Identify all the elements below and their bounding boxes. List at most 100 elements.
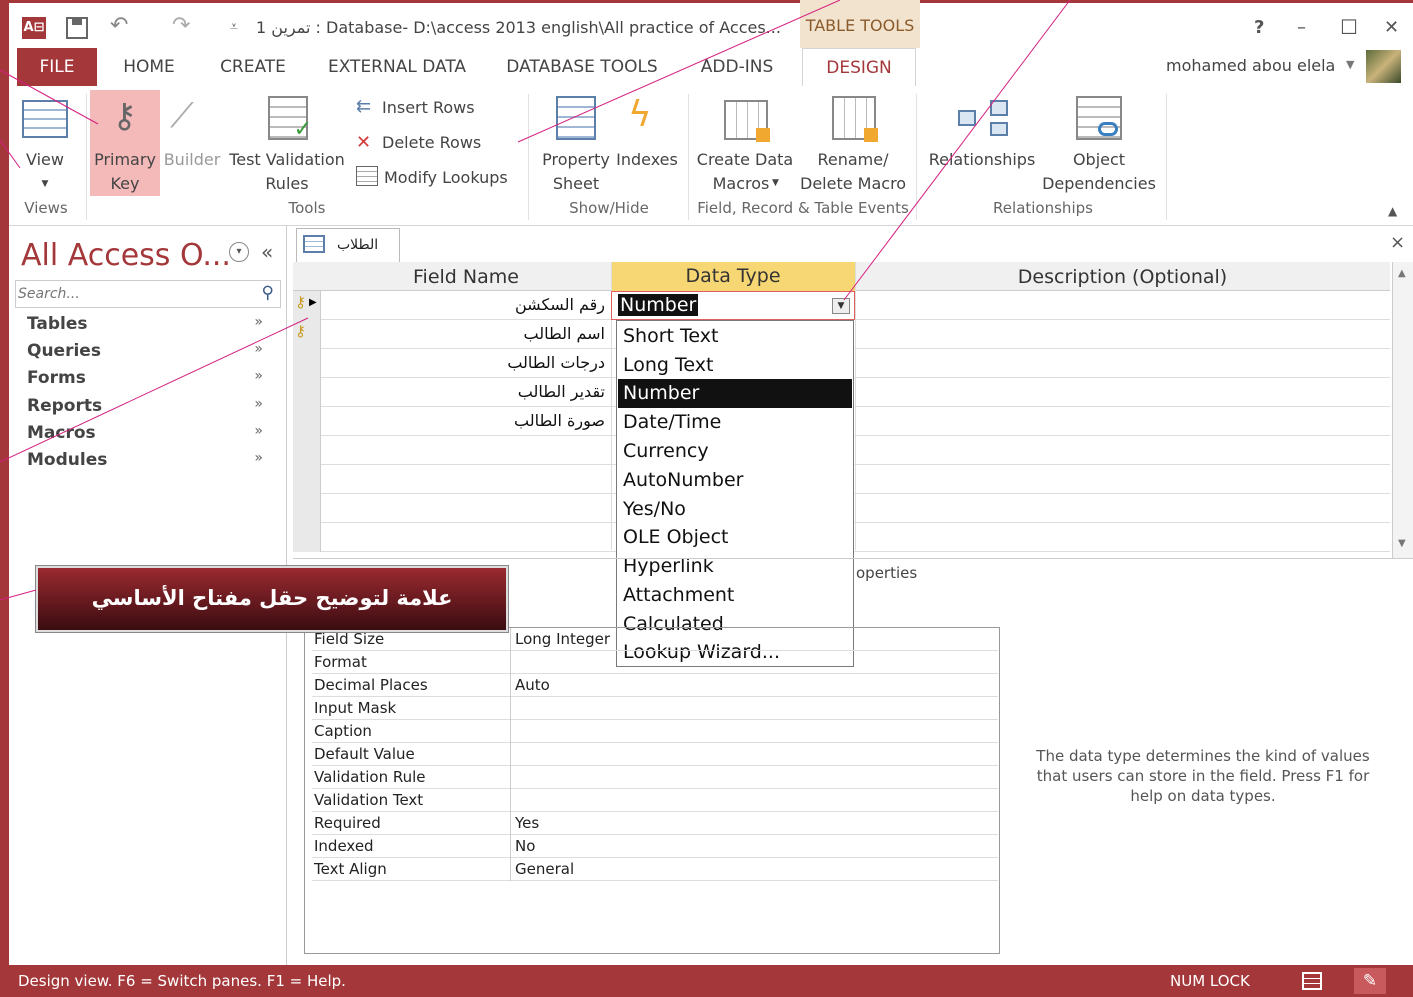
tab-external-data[interactable]: EXTERNAL DATA: [318, 48, 476, 86]
header-data-type[interactable]: Data Type: [611, 262, 855, 291]
object-dependencies-label-1[interactable]: Object: [1040, 148, 1158, 172]
tab-create[interactable]: CREATE: [208, 48, 298, 86]
expand-icon[interactable]: »: [254, 314, 263, 330]
property-row[interactable]: Required Yes: [312, 812, 998, 835]
user-dropdown-icon[interactable]: ▼: [1346, 58, 1354, 71]
property-value[interactable]: Long Integer: [515, 628, 610, 650]
indexes-button[interactable]: Indexes: [614, 148, 680, 172]
builder-button[interactable]: Builder: [162, 148, 222, 172]
row-selector[interactable]: [293, 436, 321, 465]
pane-divider[interactable]: [293, 558, 1413, 559]
option-autonumber[interactable]: AutoNumber: [618, 466, 852, 495]
row-selector[interactable]: ⚷ ▶: [293, 291, 321, 320]
property-value[interactable]: No: [515, 835, 535, 857]
nav-item-tables[interactable]: Tables »: [27, 314, 277, 341]
row-selector[interactable]: [293, 407, 321, 436]
relationships-button[interactable]: Relationships: [926, 148, 1038, 172]
tab-add-ins[interactable]: ADD-INS: [690, 48, 784, 86]
nav-menu-icon[interactable]: ▾: [229, 242, 249, 262]
option-ole-object[interactable]: OLE Object: [618, 523, 852, 552]
property-row[interactable]: Default Value: [312, 743, 998, 766]
property-value[interactable]: Yes: [515, 812, 539, 834]
option-attachment[interactable]: Attachment: [618, 581, 852, 610]
nav-item-forms[interactable]: Forms »: [27, 368, 277, 395]
grid-scrollbar[interactable]: ▲ ▼: [1392, 262, 1413, 558]
row-selector[interactable]: [293, 523, 321, 552]
view-button-label[interactable]: View: [20, 148, 70, 172]
property-sheet-label-1[interactable]: Property: [540, 148, 612, 172]
property-value[interactable]: General: [515, 858, 574, 880]
combo-dropdown-button[interactable]: ▼: [832, 298, 850, 314]
property-value[interactable]: Auto: [515, 674, 550, 696]
tab-home[interactable]: HOME: [110, 48, 188, 86]
datasheet-view-icon[interactable]: [1302, 972, 1322, 990]
view-dropdown-icon[interactable]: ▼: [20, 172, 70, 196]
row-selector[interactable]: [293, 349, 321, 378]
property-row[interactable]: Validation Rule: [312, 766, 998, 789]
user-name[interactable]: mohamed abou elela: [1166, 56, 1335, 75]
option-long-text[interactable]: Long Text: [618, 351, 852, 380]
create-data-macros-dropdown-icon[interactable]: ▼: [772, 178, 779, 188]
modify-lookups-button[interactable]: Modify Lookups: [384, 166, 508, 190]
create-data-macros-label-1[interactable]: Create Data: [694, 148, 796, 172]
property-row[interactable]: Text Align General: [312, 858, 998, 881]
tab-database-tools[interactable]: DATABASE TOOLS: [498, 48, 666, 86]
search-icon[interactable]: ⚲: [262, 283, 274, 303]
close-button[interactable]: ✕: [1384, 17, 1399, 38]
nav-search-box[interactable]: ⚲: [15, 280, 281, 308]
option-date-time[interactable]: Date/Time: [618, 408, 852, 437]
option-currency[interactable]: Currency: [618, 437, 852, 466]
delete-rows-button[interactable]: Delete Rows: [382, 131, 481, 155]
rename-macro-label-1[interactable]: Rename/: [800, 148, 906, 172]
expand-icon[interactable]: »: [254, 341, 263, 357]
row-selector[interactable]: [293, 465, 321, 494]
property-row[interactable]: Indexed No: [312, 835, 998, 858]
row-selector[interactable]: ⚷: [293, 320, 321, 349]
maximize-button[interactable]: ☐: [1340, 15, 1358, 39]
object-dependencies-label-2[interactable]: Dependencies: [1040, 172, 1158, 196]
nav-title[interactable]: All Access O...: [21, 238, 231, 273]
help-button[interactable]: ?: [1254, 17, 1264, 38]
header-field-name[interactable]: Field Name: [321, 266, 611, 288]
avatar[interactable]: [1366, 50, 1401, 83]
rename-macro-label-2[interactable]: Delete Macro: [800, 172, 906, 196]
property-row[interactable]: Decimal Places Auto: [312, 674, 998, 697]
undo-icon[interactable]: ↶: [110, 13, 128, 38]
tab-file[interactable]: FILE: [17, 48, 97, 86]
property-sheet-label-2[interactable]: Sheet: [540, 172, 612, 196]
minimize-button[interactable]: –: [1297, 17, 1306, 38]
test-validation-label-2[interactable]: Rules: [226, 172, 348, 196]
nav-item-macros[interactable]: Macros »: [27, 423, 277, 450]
scroll-down-icon[interactable]: ▼: [1398, 538, 1406, 549]
nav-collapse-icon[interactable]: «: [261, 240, 273, 264]
option-short-text[interactable]: Short Text: [618, 322, 852, 351]
design-view-icon[interactable]: ✎: [1354, 968, 1386, 994]
save-icon[interactable]: [66, 17, 88, 39]
data-type-combo[interactable]: Number ▼: [611, 291, 855, 320]
expand-icon[interactable]: »: [254, 423, 263, 439]
field-name-cell[interactable]: درجات الطالب: [323, 349, 611, 378]
customize-qat-icon[interactable]: ⩡: [230, 19, 238, 35]
nav-item-reports[interactable]: Reports »: [27, 396, 277, 423]
test-validation-label-1[interactable]: Test Validation: [226, 148, 348, 172]
collapse-ribbon-icon[interactable]: ▲: [1388, 204, 1397, 218]
field-name-cell[interactable]: اسم الطالب: [323, 320, 611, 349]
nav-search-input[interactable]: [18, 283, 248, 305]
property-row[interactable]: Format: [312, 651, 998, 674]
nav-item-queries[interactable]: Queries »: [27, 341, 277, 368]
scroll-up-icon[interactable]: ▲: [1398, 268, 1406, 279]
data-type-value[interactable]: Number: [618, 294, 699, 316]
tab-design[interactable]: DESIGN: [802, 48, 916, 87]
option-hyperlink[interactable]: Hyperlink: [618, 552, 852, 581]
expand-icon[interactable]: »: [254, 450, 263, 466]
header-description[interactable]: Description (Optional): [855, 266, 1390, 288]
redo-icon[interactable]: ↷: [172, 13, 190, 38]
property-row[interactable]: Input Mask: [312, 697, 998, 720]
property-row[interactable]: Caption: [312, 720, 998, 743]
expand-icon[interactable]: »: [254, 368, 263, 384]
view-icon[interactable]: [22, 100, 68, 138]
option-yes-no[interactable]: Yes/No: [618, 495, 852, 524]
expand-icon[interactable]: »: [254, 396, 263, 412]
field-name-cell[interactable]: تقدير الطالب: [323, 378, 611, 407]
close-document-icon[interactable]: ×: [1390, 232, 1405, 253]
